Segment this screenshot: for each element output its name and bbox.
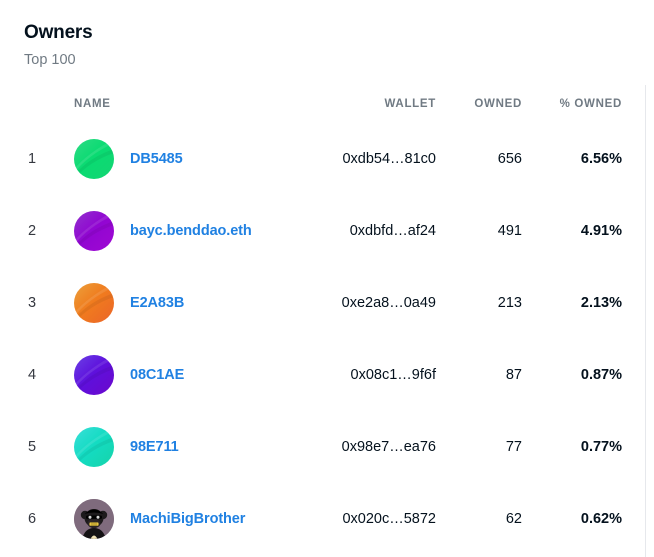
- avatar-gradient-orange: [74, 283, 114, 323]
- owner-wallet-address: 0x020c…5872: [286, 511, 436, 527]
- avatar-gradient-green: [74, 139, 114, 179]
- owner-wallet-address: 0x08c1…9f6f: [286, 367, 436, 383]
- owner-percent-owned: 6.56%: [522, 151, 622, 167]
- owner-name-cell[interactable]: 98E711: [74, 427, 286, 467]
- owner-percent-owned: 2.13%: [522, 295, 622, 311]
- owner-owned-count: 77: [436, 439, 522, 455]
- owner-name-link[interactable]: E2A83B: [130, 295, 184, 311]
- owner-name-cell[interactable]: MachiBigBrother: [74, 499, 286, 539]
- row-rank: 4: [28, 367, 74, 383]
- table-row[interactable]: 2 bayc.benddao.eth 0xdbfd…af244914.91%: [0, 195, 654, 267]
- avatar-sheen: [74, 283, 114, 323]
- avatar-sheen: [74, 427, 114, 467]
- row-rank: 1: [28, 151, 74, 167]
- owner-name-cell[interactable]: DB5485: [74, 139, 286, 179]
- owner-owned-count: 62: [436, 511, 522, 527]
- avatar-sheen: [74, 139, 114, 179]
- owners-table: NAME WALLET OWNED % OWNED 1 DB5485 0xdb54……: [0, 91, 654, 555]
- owner-name-link[interactable]: 08C1AE: [130, 367, 184, 383]
- owner-percent-owned: 4.91%: [522, 223, 622, 239]
- panel-right-divider: [645, 85, 646, 557]
- avatar-sheen: [74, 211, 114, 251]
- table-row[interactable]: 4 08C1AE 0x08c1…9f6f870.87%: [0, 339, 654, 411]
- row-rank: 2: [28, 223, 74, 239]
- owner-owned-count: 656: [436, 151, 522, 167]
- page-title: Owners: [24, 22, 630, 45]
- table-row[interactable]: 5 98E711 0x98e7…ea76770.77%: [0, 411, 654, 483]
- table-row[interactable]: 1 DB5485 0xdb54…81c06566.56%: [0, 123, 654, 195]
- table-body: 1 DB5485 0xdb54…81c06566.56% 2 bayc.benddao.…: [0, 123, 654, 555]
- avatar-gradient-cyan: [74, 427, 114, 467]
- owner-name-cell[interactable]: E2A83B: [74, 283, 286, 323]
- avatar-bored-ape: [74, 499, 114, 539]
- page-subtitle: Top 100: [24, 52, 630, 69]
- column-header-pct: % OWNED: [522, 98, 622, 110]
- avatar-gradient-purple: [74, 211, 114, 251]
- owner-wallet-address: 0x98e7…ea76: [286, 439, 436, 455]
- owner-name-link[interactable]: bayc.benddao.eth: [130, 223, 252, 239]
- owner-percent-owned: 0.77%: [522, 439, 622, 455]
- row-rank: 5: [28, 439, 74, 455]
- column-header-name: NAME: [74, 98, 286, 110]
- owner-owned-count: 213: [436, 295, 522, 311]
- avatar-sheen: [74, 355, 114, 395]
- table-row[interactable]: 3 E2A83B 0xe2a8…0a492132.13%: [0, 267, 654, 339]
- row-rank: 3: [28, 295, 74, 311]
- owner-name-link[interactable]: 98E711: [130, 439, 179, 455]
- owner-percent-owned: 0.62%: [522, 511, 622, 527]
- owner-name-cell[interactable]: bayc.benddao.eth: [74, 211, 286, 251]
- column-header-owned: OWNED: [436, 98, 522, 110]
- owner-percent-owned: 0.87%: [522, 367, 622, 383]
- owner-wallet-address: 0xdb54…81c0: [286, 151, 436, 167]
- owner-name-link[interactable]: DB5485: [130, 151, 183, 167]
- avatar-gradient-violet: [74, 355, 114, 395]
- owner-owned-count: 491: [436, 223, 522, 239]
- owner-wallet-address: 0xdbfd…af24: [286, 223, 436, 239]
- row-rank: 6: [28, 511, 74, 527]
- owner-wallet-address: 0xe2a8…0a49: [286, 295, 436, 311]
- owner-name-link[interactable]: MachiBigBrother: [130, 511, 245, 527]
- column-header-wallet: WALLET: [286, 98, 436, 110]
- owner-name-cell[interactable]: 08C1AE: [74, 355, 286, 395]
- owners-panel-header: Owners Top 100: [0, 0, 654, 69]
- table-row[interactable]: 6 MachiBigBrother 0x020c…5872620.62%: [0, 483, 654, 555]
- table-header-row: NAME WALLET OWNED % OWNED: [0, 91, 654, 117]
- owner-owned-count: 87: [436, 367, 522, 383]
